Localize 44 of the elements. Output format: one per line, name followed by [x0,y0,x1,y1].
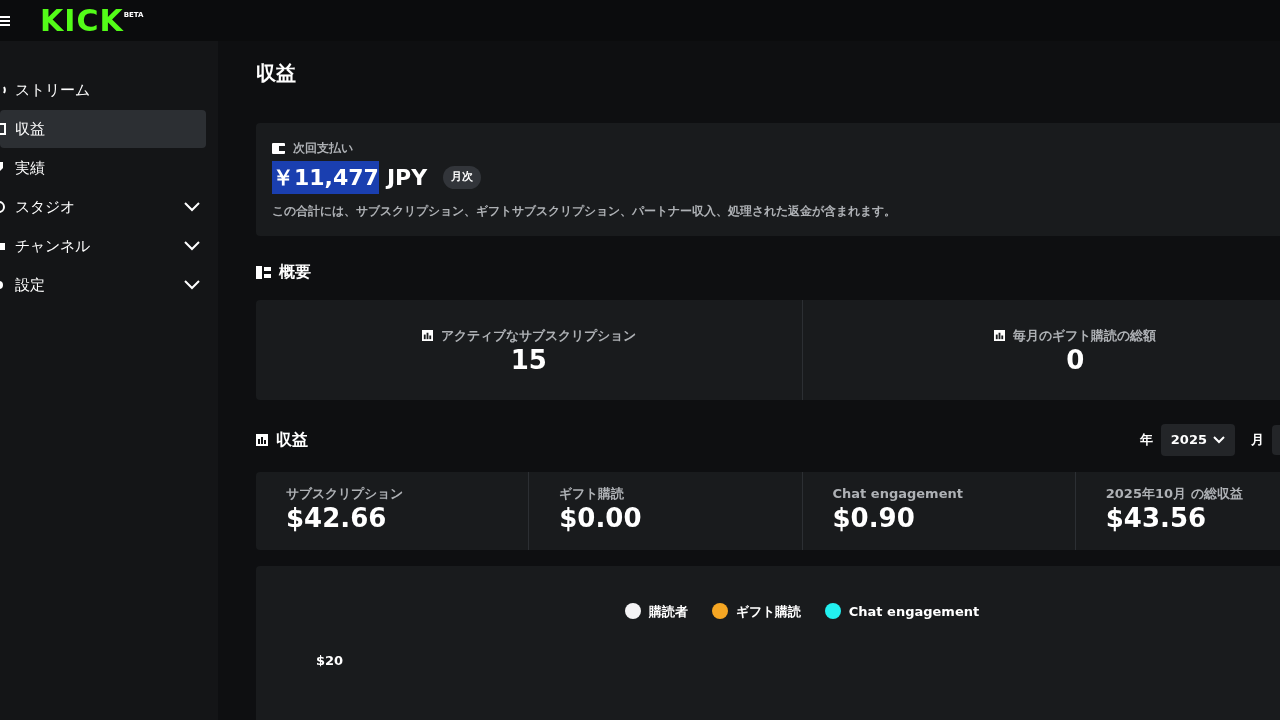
chart-icon [994,329,1006,341]
stat-value: $0.00 [559,503,643,535]
payout-amount: ￥11,477 [272,161,379,194]
sidebar-item[interactable]: スタジオ [0,188,206,226]
chevron-down-icon [184,202,200,212]
logo[interactable]: KICK [40,5,124,36]
wallet-icon [272,142,285,154]
page-title: 収益 [256,61,297,85]
section-title: 概要 [279,261,311,283]
layout-icon [256,265,271,279]
month-label: 月 [1251,431,1264,449]
section-title: 収益 [276,428,308,451]
axis-label: $20 [316,652,344,670]
year-label: 年 [1139,431,1153,449]
legend-label: 購読者 [648,602,688,621]
stat-label: 毎月のギフト購読の総額 [1013,326,1157,345]
stat-label: 2025年10月 の総収益 [1105,484,1244,503]
stat-value: 15 [510,345,547,377]
sidebar-item[interactable]: ストリーム [0,71,206,109]
legend-label: ギフト購読 [735,602,801,621]
chart-icon [256,433,268,446]
stat-label: Chat engagement [832,484,964,503]
year-dropdown[interactable]: 2025 [1160,424,1235,456]
payout-label: 次回支払い [293,140,353,157]
legend-label: Chat engagement [848,602,980,621]
stat-label: アクティブなサブスクリプション [440,326,636,345]
chevron-down-icon [1213,435,1225,444]
stat-label: ギフト購読 [559,484,626,503]
sidebar-item[interactable]: 収益 [0,110,206,148]
payout-note: この合計には、サブスクリプション、ギフトサブスクリプション、パートナー収入、処理された返金が含まれます。 [272,203,897,220]
stat-label: サブスクリプション [286,484,404,503]
stat-value: 0 [1066,345,1085,377]
sidebar-item[interactable]: チャンネル [0,227,206,265]
sidebar-item[interactable]: 実績 [0,149,206,187]
chevron-down-icon [184,280,200,290]
stat-value: $42.66 [286,503,388,535]
stat-value: $43.56 [1105,503,1208,535]
currency-label: JPY [386,164,428,192]
period-badge: 月次 [443,166,482,189]
chart-icon [421,329,433,341]
sidebar-item[interactable]: 設定 [0,266,206,304]
chevron-down-icon [184,241,200,251]
menu-icon[interactable] [0,14,10,27]
stat-value: $0.90 [832,503,916,535]
